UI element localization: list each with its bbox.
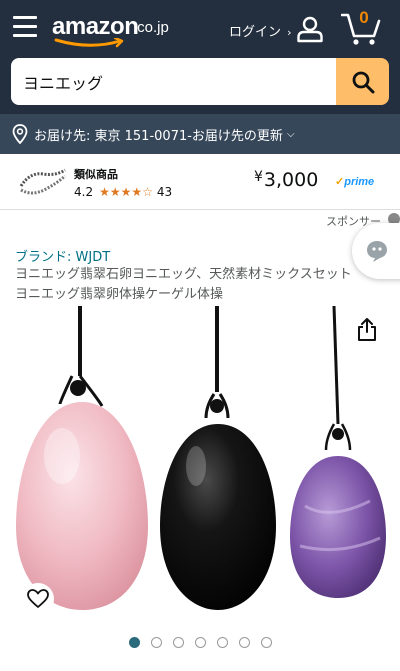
heart-icon <box>27 589 49 608</box>
product-thumbnail <box>19 168 66 195</box>
product-image-gallery[interactable] <box>0 306 400 628</box>
share-icon[interactable] <box>356 318 378 342</box>
logo-domain: .co.jp <box>133 19 169 36</box>
search-input[interactable] <box>11 58 338 105</box>
gallery-dot[interactable] <box>172 637 184 648</box>
prime-check-icon: ✓ <box>335 176 345 188</box>
search-button[interactable] <box>336 58 389 105</box>
gallery-dot[interactable] <box>194 637 206 648</box>
currency-symbol: ¥ <box>254 169 263 185</box>
prime-label: prime <box>344 176 375 188</box>
amethyst-egg <box>290 423 386 598</box>
sponsored-product-title: 類似商品 <box>74 168 118 181</box>
search-bar <box>0 58 400 114</box>
login-label: ログイン <box>229 25 282 40</box>
product-title[interactable]: ヨニエッグ翡翠石卵ヨニエッグ、天然素材ミックスセット ヨニエッグ翡翠卵体操ケーゲ… <box>15 265 360 305</box>
gallery-dot[interactable] <box>216 637 228 648</box>
delivery-location-bar[interactable]: お届け先: 東京 151-0071-お届け先の更新 ⌵ <box>0 114 400 154</box>
top-navigation-bar: amazon .co.jp ログイン › 0 <box>0 0 400 58</box>
gallery-pagination <box>0 637 400 651</box>
delivery-text: お届け先: 東京 151-0071-お届け先の更新 <box>34 128 283 144</box>
menu-icon[interactable] <box>13 16 37 38</box>
gallery-dot[interactable] <box>128 637 140 648</box>
obsidian-egg <box>160 393 276 610</box>
chevron-down-icon: ⌵ <box>286 128 295 140</box>
logo-text: amazon <box>52 13 139 40</box>
product-image <box>16 306 386 610</box>
assistant-icon <box>367 241 387 262</box>
price-value: 3,000 <box>263 169 319 191</box>
cart-count-badge: 0 <box>359 8 369 27</box>
brand-link[interactable]: ブランド: WJDT <box>15 246 110 265</box>
rose-quartz-egg <box>16 375 148 610</box>
product-price: ¥3,000 <box>254 169 318 191</box>
star-rating-icon: ★★★★☆ <box>99 185 153 199</box>
location-pin-icon <box>12 124 28 144</box>
product-rating: 4.2 ★★★★☆ 43 <box>74 185 172 199</box>
rating-value: 4.2 <box>74 185 94 199</box>
review-count: 43 <box>156 185 173 199</box>
gallery-dot[interactable] <box>238 637 250 648</box>
amazon-logo[interactable]: amazon .co.jp <box>52 13 182 48</box>
gallery-dot[interactable] <box>260 637 272 648</box>
user-icon[interactable] <box>296 15 324 43</box>
sponsored-product-banner[interactable]: 類似商品 4.2 ★★★★☆ 43 ¥3,000 ✓prime <box>0 154 400 210</box>
login-link[interactable]: ログイン › <box>229 21 292 40</box>
prime-badge: ✓prime <box>335 175 374 188</box>
logo-smile-icon <box>54 38 124 48</box>
search-icon <box>352 71 374 93</box>
chevron-right-icon: › <box>287 26 292 39</box>
gallery-dot[interactable] <box>150 637 162 648</box>
wishlist-button[interactable] <box>22 583 54 615</box>
